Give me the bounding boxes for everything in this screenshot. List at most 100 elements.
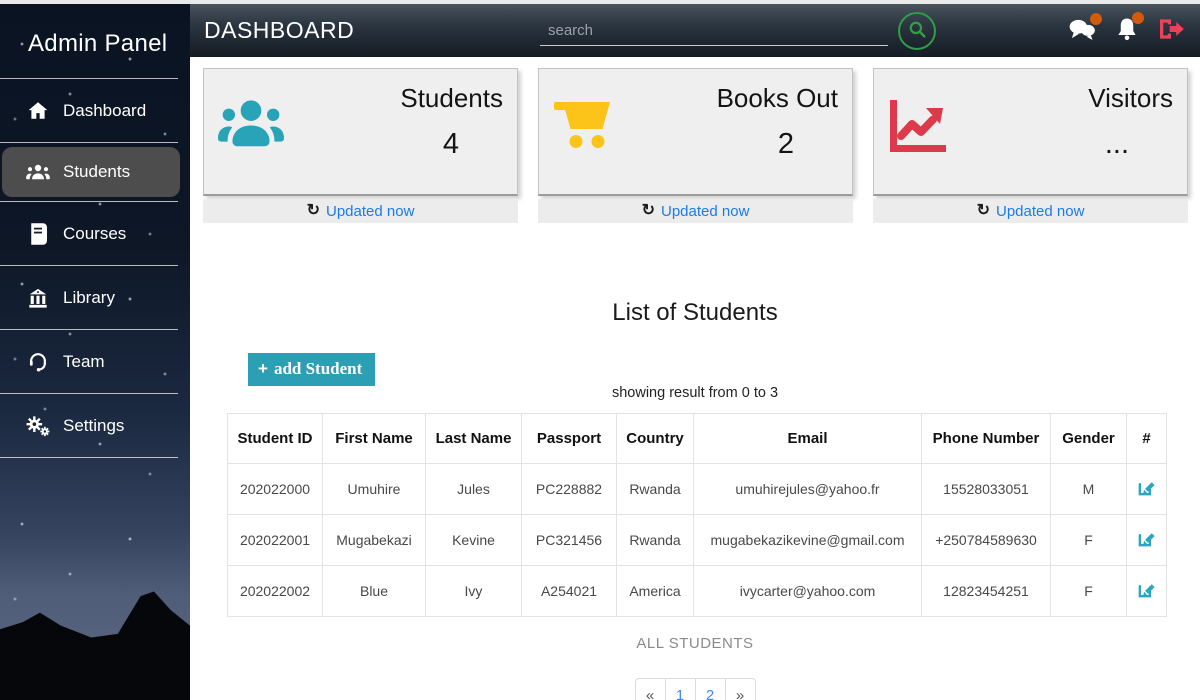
pagination-page-1[interactable]: 1 <box>665 678 696 700</box>
chart-line-icon <box>888 81 980 182</box>
column-header: Email <box>694 414 922 464</box>
add-student-button[interactable]: + add Student <box>248 353 375 386</box>
column-header: Gender <box>1051 414 1127 464</box>
updated-now-label: Updated now <box>326 203 414 220</box>
table-row: 202022001MugabekaziKevinePC321456Rwandam… <box>228 515 1167 566</box>
card-footer-refresh[interactable]: ↻ Updated now <box>873 199 1188 223</box>
sidebar-item-label: Courses <box>63 224 126 244</box>
divider <box>0 457 178 458</box>
mountain-silhouette <box>0 582 190 700</box>
table-cell: F <box>1051 515 1127 566</box>
table-toolbar: + add Student showing result from 0 to 3 <box>190 353 1200 409</box>
sidebar-item-library[interactable]: Library <box>0 266 190 329</box>
card-footer-refresh[interactable]: ↻ Updated now <box>203 199 518 223</box>
stat-card-students-body[interactable]: Students 4 <box>203 68 518 196</box>
sidebar-item-team[interactable]: Team <box>0 330 190 393</box>
table-cell: A254021 <box>522 566 617 617</box>
page-title: DASHBOARD <box>204 17 354 44</box>
topbar: DASHBOARD <box>190 4 1200 57</box>
divider <box>0 142 178 143</box>
pagination-page-2[interactable]: 2 <box>695 678 726 700</box>
column-header: Student ID <box>228 414 323 464</box>
column-header: Country <box>617 414 694 464</box>
users-icon <box>26 160 50 184</box>
showing-results-text: showing result from 0 to 3 <box>190 385 1200 401</box>
app-title: Admin Panel <box>0 4 190 58</box>
pagination-next[interactable]: » <box>725 678 756 700</box>
stat-card-visitors: Visitors ... ↻ Updated now <box>873 68 1188 223</box>
edit-action-cell[interactable] <box>1127 464 1167 515</box>
main-content: Students 4 ↻ Updated now Books Out 2 <box>190 57 1200 700</box>
card-value: 4 <box>310 128 503 161</box>
logout-icon[interactable] <box>1158 18 1184 45</box>
column-header: First Name <box>323 414 426 464</box>
book-icon <box>26 222 50 246</box>
table-cell: 202022002 <box>228 566 323 617</box>
column-header: Phone Number <box>922 414 1051 464</box>
sidebar-item-dashboard[interactable]: Dashboard <box>0 79 190 142</box>
table-cell: ivycarter@yahoo.com <box>694 566 922 617</box>
edit-icon[interactable] <box>1137 478 1156 497</box>
pagination-prev[interactable]: « <box>635 678 666 700</box>
table-cell: 15528033051 <box>922 464 1051 515</box>
card-title: Books Out <box>645 83 838 114</box>
table-cell: 202022000 <box>228 464 323 515</box>
table-row: 202022002BlueIvyA254021Americaivycarter@… <box>228 566 1167 617</box>
library-building-icon <box>26 286 50 310</box>
edit-icon[interactable] <box>1137 580 1156 599</box>
table-cell: F <box>1051 566 1127 617</box>
search-button[interactable] <box>898 12 936 50</box>
chat-icon[interactable] <box>1068 18 1096 45</box>
stat-card-visitors-body[interactable]: Visitors ... <box>873 68 1188 196</box>
table-footer-text: ALL STUDENTS <box>190 635 1200 652</box>
stat-cards-row: Students 4 ↻ Updated now Books Out 2 <box>190 57 1200 223</box>
sidebar-item-label: Library <box>63 288 115 308</box>
stat-card-books-body[interactable]: Books Out 2 <box>538 68 853 196</box>
table-cell: PC321456 <box>522 515 617 566</box>
sidebar-item-courses[interactable]: Courses <box>0 202 190 265</box>
sidebar-item-students[interactable]: Students <box>2 147 180 197</box>
table-cell: 202022001 <box>228 515 323 566</box>
pagination: « 1 2 » <box>190 678 1200 700</box>
edit-action-cell[interactable] <box>1127 566 1167 617</box>
stat-card-students: Students 4 ↻ Updated now <box>203 68 518 223</box>
sidebar-item-label: Team <box>63 352 105 372</box>
gears-icon <box>26 414 50 438</box>
table-header-row: Student IDFirst NameLast NamePassportCou… <box>228 414 1167 464</box>
card-value: ... <box>980 128 1173 161</box>
sidebar-item-settings[interactable]: Settings <box>0 394 190 457</box>
notification-badge <box>1132 12 1144 24</box>
updated-now-label: Updated now <box>996 203 1084 220</box>
card-footer-refresh[interactable]: ↻ Updated now <box>538 199 853 223</box>
home-icon <box>26 99 50 123</box>
plus-icon: + <box>258 359 268 379</box>
students-table: Student IDFirst NameLast NamePassportCou… <box>227 413 1167 617</box>
table-cell: America <box>617 566 694 617</box>
updated-now-label: Updated now <box>661 203 749 220</box>
sidebar-item-label: Students <box>63 162 130 182</box>
refresh-icon: ↻ <box>307 203 320 219</box>
stat-card-books-out: Books Out 2 ↻ Updated now <box>538 68 853 223</box>
notification-badge <box>1090 13 1102 25</box>
bell-icon[interactable] <box>1116 17 1138 46</box>
edit-icon[interactable] <box>1137 529 1156 548</box>
section-heading: List of Students <box>190 299 1200 327</box>
card-title: Visitors <box>980 83 1173 114</box>
card-value: 2 <box>645 128 838 161</box>
users-group-icon <box>218 81 310 182</box>
table-cell: Mugabekazi <box>323 515 426 566</box>
table-cell: +250784589630 <box>922 515 1051 566</box>
sidebar: Admin Panel Dashboard Students Courses <box>0 4 190 700</box>
refresh-icon: ↻ <box>642 203 655 219</box>
add-student-label: add Student <box>274 359 362 379</box>
table-cell: M <box>1051 464 1127 515</box>
edit-action-cell[interactable] <box>1127 515 1167 566</box>
column-header: Passport <box>522 414 617 464</box>
table-row: 202022000UmuhireJulesPC228882Rwandaumuhi… <box>228 464 1167 515</box>
window-top-strip <box>0 0 1200 4</box>
table-cell: PC228882 <box>522 464 617 515</box>
column-header: Last Name <box>426 414 522 464</box>
search-input[interactable] <box>540 16 888 46</box>
table-cell: Rwanda <box>617 464 694 515</box>
card-title: Students <box>310 83 503 114</box>
